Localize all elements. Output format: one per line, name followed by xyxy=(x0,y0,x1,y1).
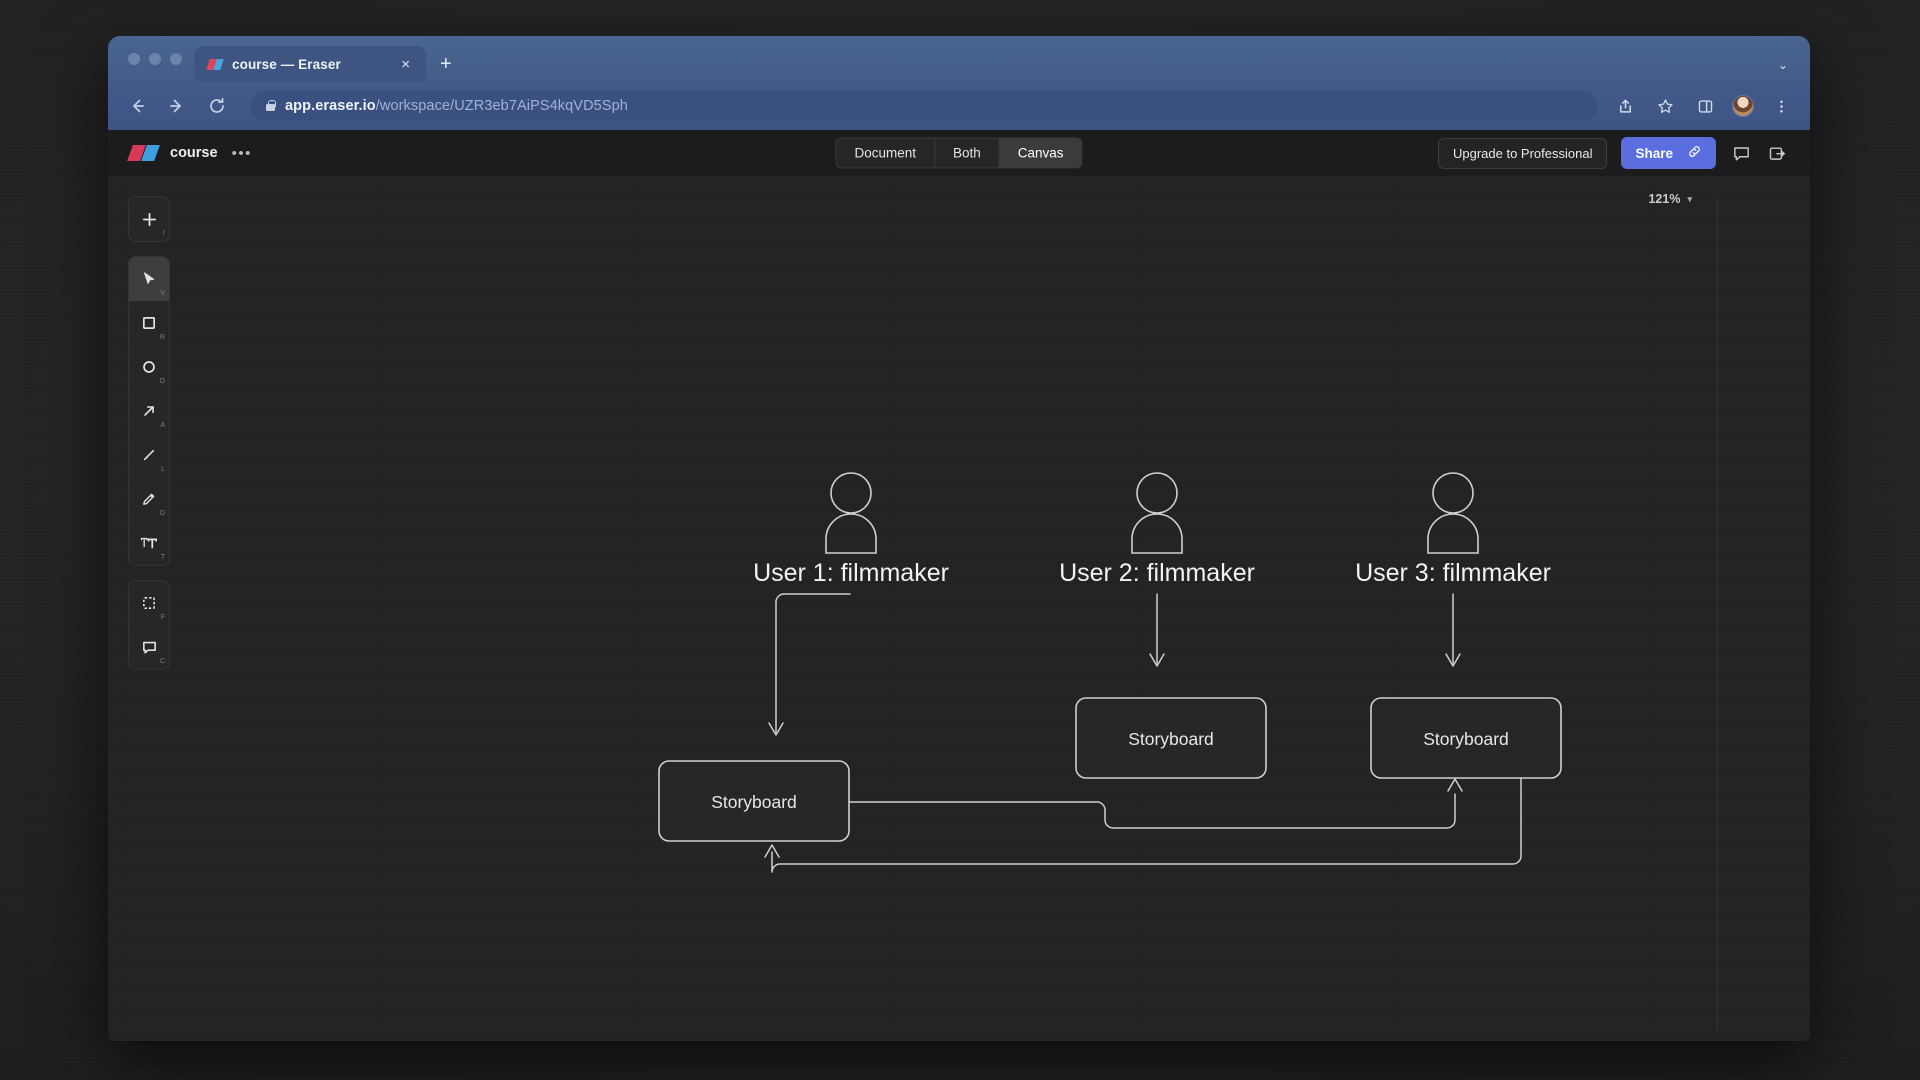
actor-label-3: User 3: filmmaker xyxy=(1355,559,1551,587)
actor-user-2[interactable]: User 2: filmmaker xyxy=(1059,472,1255,587)
browser-tab-strip: course — Eraser × + ⌄ xyxy=(108,36,1810,82)
upgrade-button[interactable]: Upgrade to Professional xyxy=(1437,137,1608,169)
edge-user1-to-storyboard1 xyxy=(768,593,851,736)
url-path: /workspace/UZR3eb7AiPS4kqVD5Sph xyxy=(375,98,628,114)
user-head-icon xyxy=(830,472,872,514)
canvas-area[interactable]: / V R O A L D T F C 121% ▾ User 1: filmm… xyxy=(108,176,1810,1041)
diagram-canvas[interactable]: User 1: filmmaker User 2: filmmaker User… xyxy=(108,176,1810,1041)
kebab-menu-icon[interactable] xyxy=(1768,93,1794,119)
share-button[interactable]: Share xyxy=(1621,137,1716,169)
browser-tab[interactable]: course — Eraser × xyxy=(194,46,426,82)
user-body-icon xyxy=(1131,513,1183,554)
document-menu-button[interactable]: ••• xyxy=(232,145,252,162)
close-tab-button[interactable]: × xyxy=(397,55,414,74)
url-host: app.eraser.io xyxy=(285,98,376,114)
forward-arrow-icon[interactable] xyxy=(164,93,190,119)
comment-icon[interactable] xyxy=(1730,142,1752,164)
maximize-window-button[interactable] xyxy=(170,53,182,65)
actor-label-1: User 1: filmmaker xyxy=(753,559,949,587)
tab-title: course — Eraser xyxy=(232,56,341,72)
link-icon xyxy=(1687,144,1702,162)
user-head-icon xyxy=(1136,472,1178,514)
browser-toolbar: app.eraser.io/workspace/UZR3eb7AiPS4kqVD… xyxy=(108,82,1810,130)
avatar[interactable] xyxy=(1732,95,1754,117)
browser-window: course — Eraser × + ⌄ app.eraser.io/work… xyxy=(108,36,1810,1041)
chevron-down-icon[interactable]: ⌄ xyxy=(1778,58,1788,72)
edge-user2-to-storyboard2 xyxy=(1149,593,1165,667)
window-traffic-lights[interactable] xyxy=(124,36,194,82)
share-button-label: Share xyxy=(1635,145,1673,161)
app-header-actions: Upgrade to Professional Share xyxy=(1437,137,1788,169)
view-mode-canvas[interactable]: Canvas xyxy=(999,138,1082,168)
edge-storyboard3-to-storyboard1 xyxy=(764,777,1522,873)
address-bar[interactable]: app.eraser.io/workspace/UZR3eb7AiPS4kqVD… xyxy=(250,91,1598,121)
actor-user-3[interactable]: User 3: filmmaker xyxy=(1355,472,1551,587)
actor-user-1[interactable]: User 1: filmmaker xyxy=(753,472,949,587)
edge-storyboard1-to-storyboard3 xyxy=(848,778,1463,829)
share-icon[interactable] xyxy=(1612,93,1638,119)
node-storyboard-2[interactable]: Storyboard xyxy=(1075,697,1267,779)
user-head-icon xyxy=(1432,472,1474,514)
minimize-window-button[interactable] xyxy=(149,53,161,65)
user-body-icon xyxy=(825,513,877,554)
node-label-storyboard-1: Storyboard xyxy=(711,792,797,812)
node-label-storyboard-3: Storyboard xyxy=(1423,729,1509,749)
node-storyboard-3[interactable]: Storyboard xyxy=(1370,697,1562,779)
view-mode-both[interactable]: Both xyxy=(934,138,1000,168)
back-arrow-icon[interactable] xyxy=(124,93,150,119)
close-window-button[interactable] xyxy=(128,53,140,65)
view-mode-document[interactable]: Document xyxy=(836,138,935,168)
edge-user3-to-storyboard3 xyxy=(1445,593,1461,667)
app-header: course ••• Document Both Canvas Upgrade … xyxy=(108,130,1810,176)
eraser-app: course ••• Document Both Canvas Upgrade … xyxy=(108,130,1810,1041)
export-icon[interactable] xyxy=(1766,142,1788,164)
reload-icon[interactable] xyxy=(204,93,230,119)
lock-icon xyxy=(266,99,276,111)
document-title[interactable]: course xyxy=(170,145,218,161)
address-bar-url: app.eraser.io/workspace/UZR3eb7AiPS4kqVD… xyxy=(285,98,628,114)
new-tab-button[interactable]: + xyxy=(426,54,466,82)
user-body-icon xyxy=(1427,513,1479,554)
eraser-logo-icon[interactable] xyxy=(127,145,160,161)
eraser-favicon-icon xyxy=(206,58,224,70)
view-mode-switch[interactable]: Document Both Canvas xyxy=(835,137,1083,169)
node-storyboard-1[interactable]: Storyboard xyxy=(658,760,850,842)
side-panel-icon[interactable] xyxy=(1692,93,1718,119)
node-label-storyboard-2: Storyboard xyxy=(1128,729,1214,749)
star-icon[interactable] xyxy=(1652,93,1678,119)
actor-label-2: User 2: filmmaker xyxy=(1059,559,1255,587)
